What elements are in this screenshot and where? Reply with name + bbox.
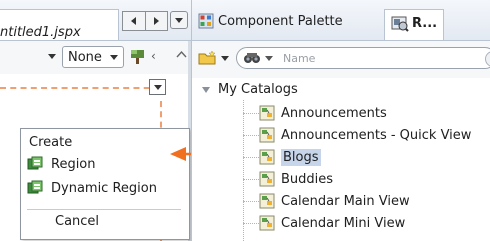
component-dropdown-button[interactable] [149, 79, 166, 95]
tab-navigation [122, 11, 168, 31]
arrow-right-icon [153, 17, 159, 25]
taskflow-icon [259, 193, 275, 209]
tree-node-label: My Catalogs [218, 82, 298, 97]
taskflow-icon [259, 149, 275, 165]
menu-item-cancel[interactable]: Cancel [55, 214, 99, 229]
tree-connector [243, 222, 259, 224]
arrow-left-icon [131, 17, 137, 25]
taskflow-icon [259, 215, 275, 231]
menu-item-label: Dynamic Region [51, 180, 157, 196]
tree-item-label: Announcements [281, 105, 387, 121]
search-options-button[interactable] [243, 50, 273, 66]
chevron-down-icon [110, 55, 118, 60]
none-select-value: None [68, 50, 102, 65]
taskflow-icon [259, 171, 275, 187]
editor-tab-bar: ntitled1.jspx [0, 0, 191, 41]
resource-palette-icon [391, 16, 409, 32]
none-select[interactable]: None [62, 46, 124, 68]
tree-item[interactable]: Announcements - Quick View [243, 124, 471, 146]
scroll-tabs-left-button[interactable] [123, 12, 146, 30]
paint-brush-icon[interactable] [129, 48, 146, 65]
angle-left-icon[interactable]: ‹ [151, 49, 156, 63]
tree-item[interactable]: Calendar Main View [243, 190, 410, 212]
scroll-up-icon[interactable] [176, 49, 187, 60]
tab-resource-palette[interactable]: R... [384, 9, 444, 40]
tab-label: Component Palette [218, 13, 343, 29]
tree-item-label: Blogs [281, 148, 321, 166]
tree-connector [243, 134, 259, 136]
menu-item-dynamic-region[interactable]: Dynamic Region [27, 177, 157, 199]
tree-item-label: Calendar Mini View [281, 215, 406, 231]
create-popup-menu: Create Region Dynamic Region Cancel [20, 128, 190, 240]
tree-item-label: Announcements - Quick View [281, 127, 472, 143]
menu-item-region[interactable]: Region [27, 153, 96, 175]
catalog-search-input[interactable] [283, 49, 433, 67]
expand-toggle-icon[interactable] [202, 86, 210, 93]
taskflow-icon [259, 105, 275, 121]
palette-tab-bar: Component Palette R... [192, 0, 490, 41]
tree-connector [243, 156, 259, 158]
taskflow-icon [259, 127, 275, 143]
chevron-down-icon [175, 17, 183, 23]
editor-pane: ntitled1.jspx None ‹ Create Region Dynam… [0, 0, 250, 241]
tree-item[interactable]: Calendar Mini View [243, 212, 405, 234]
menu-separator [27, 209, 181, 210]
editor-toolbar: None ‹ [0, 41, 191, 74]
tree-connector [243, 112, 259, 114]
new-item-dropdown[interactable] [198, 50, 229, 66]
tree-item[interactable]: Buddies [243, 168, 333, 190]
search-go-button[interactable] [485, 51, 490, 67]
tab-list-button[interactable] [170, 11, 188, 29]
component-outline-top [0, 87, 160, 89]
dynamic-region-icon [27, 180, 43, 194]
catalog-search [236, 47, 490, 69]
catalog-toolbar [192, 41, 490, 78]
tree-connector [243, 200, 259, 202]
tree-node-my-catalogs[interactable]: My Catalogs [202, 82, 298, 97]
chevron-down-icon [153, 84, 162, 90]
binoculars-search-icon [244, 53, 260, 63]
tree-item-selected[interactable]: Blogs [243, 146, 321, 168]
tree-item[interactable]: Announcements [243, 102, 387, 124]
menu-item-label: Region [51, 156, 96, 172]
new-folder-icon [198, 50, 216, 65]
document-tab[interactable]: ntitled1.jspx [0, 9, 119, 40]
jdeveloper-window: ntitled1.jspx None ‹ Create Region Dynam… [0, 0, 490, 241]
component-palette-icon [198, 13, 214, 29]
tree-item-label: Calendar Main View [281, 193, 410, 209]
chevron-down-icon [265, 55, 273, 61]
document-tab-label: ntitled1.jspx [0, 25, 81, 40]
tab-component-palette[interactable]: Component Palette [198, 13, 343, 29]
chevron-down-icon [221, 55, 229, 61]
tree-item-label: Buddies [281, 171, 334, 187]
tab-label: R... [412, 15, 438, 31]
popup-header: Create [29, 135, 73, 150]
catalog-tree: My Catalogs Announcements Announcements … [192, 78, 490, 241]
region-icon [27, 156, 43, 170]
dropdown-arrow-icon[interactable] [48, 54, 56, 59]
palette-pane: Component Palette R... Name My Catalogs … [191, 0, 490, 241]
scroll-tabs-right-button[interactable] [146, 12, 168, 30]
tree-connector [243, 178, 259, 180]
